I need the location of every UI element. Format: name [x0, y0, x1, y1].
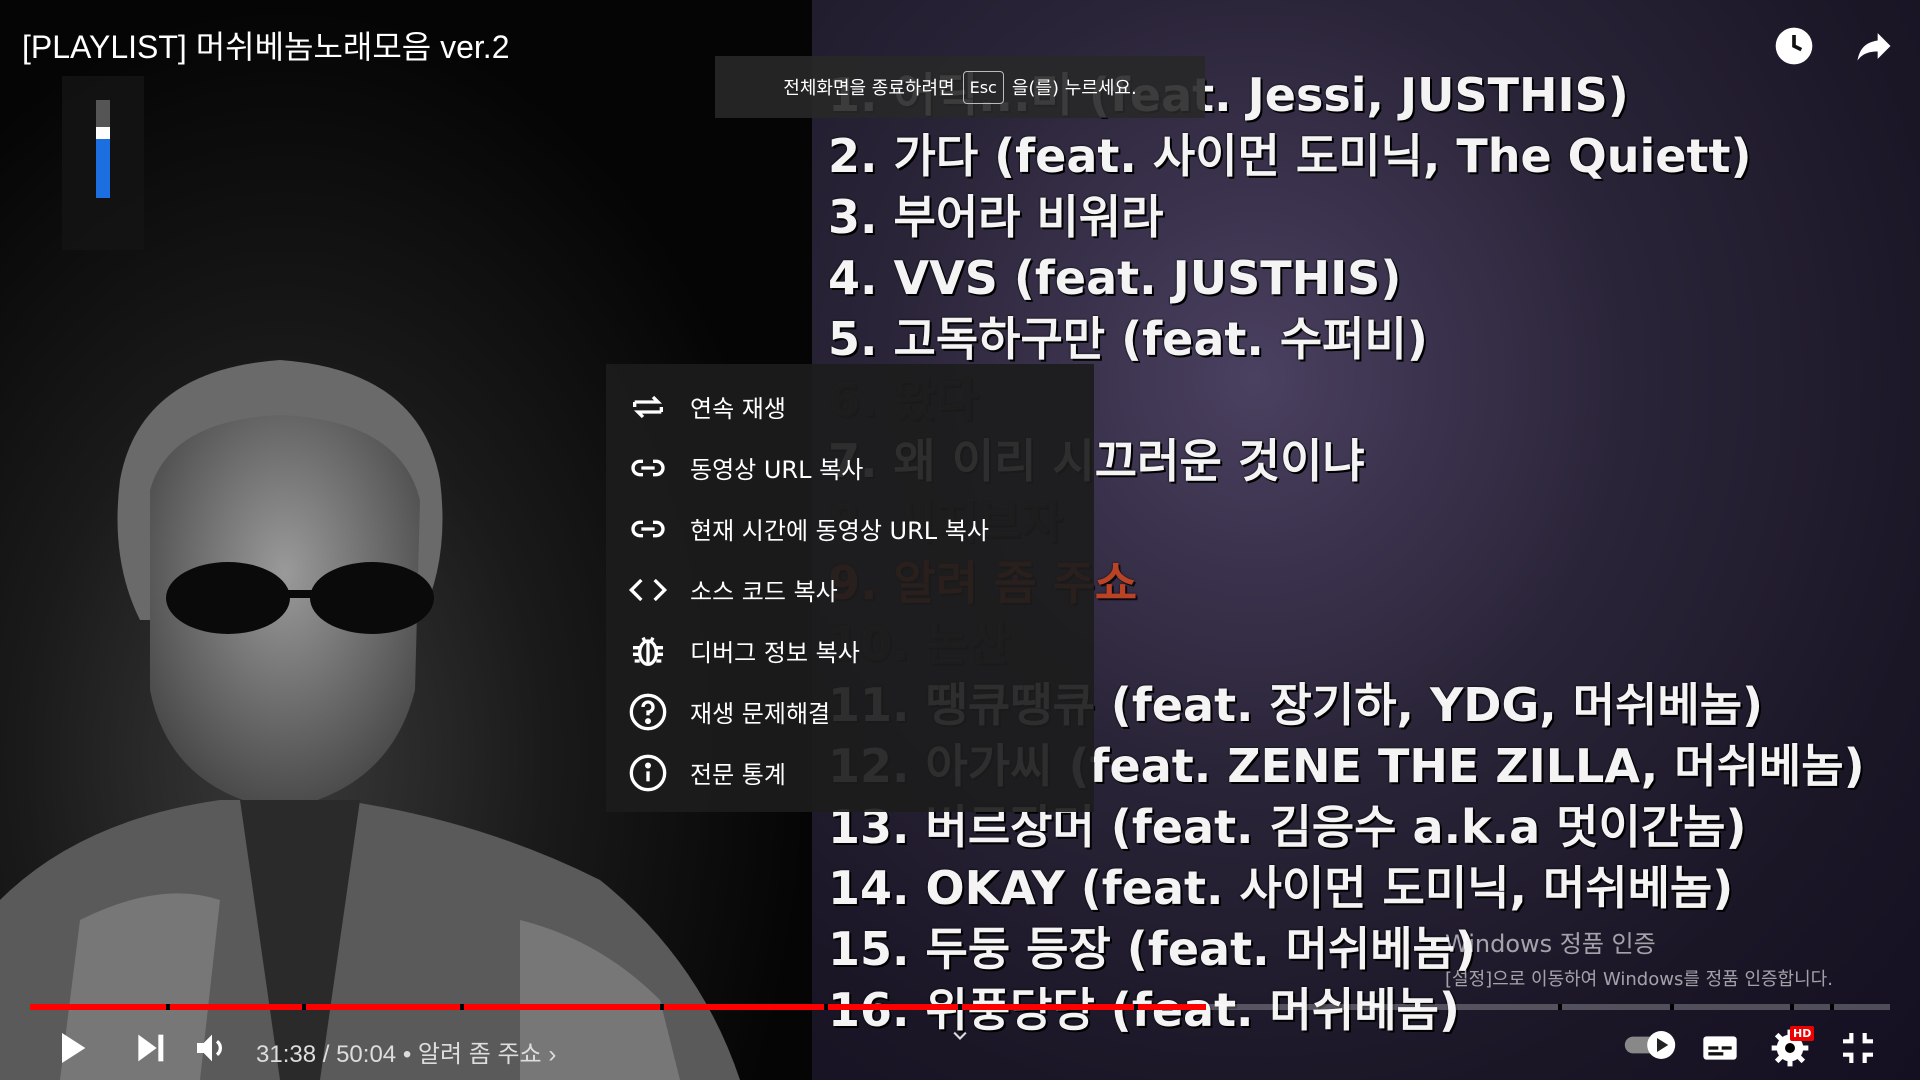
player-context-menu: 연속 재생 동영상 URL 복사 현재 시간에 동영상 URL 복사 소스 코드…: [606, 364, 1094, 812]
menu-item-troubleshoot[interactable]: 재생 문제해결: [606, 681, 1094, 742]
menu-item-label: 재생 문제해결: [690, 700, 831, 728]
volume-knob[interactable]: [96, 127, 110, 140]
exit-fullscreen-button[interactable]: [1838, 1028, 1878, 1072]
exit-fullscreen-icon: [1843, 1033, 1873, 1063]
menu-item-copy-url-at-time[interactable]: 현재 시간에 동영상 URL 복사: [606, 498, 1094, 559]
chapter-separator: •: [402, 1041, 418, 1068]
share-icon[interactable]: [1852, 24, 1896, 72]
hd-badge: HD: [1790, 1026, 1815, 1041]
watch-later-icon[interactable]: [1772, 24, 1816, 72]
seek-bar[interactable]: [30, 1004, 1890, 1010]
top-actions: [1772, 24, 1896, 72]
menu-item-label: 연속 재생: [690, 395, 786, 423]
toast-text-before: 전체화면을 종료하려면: [783, 78, 955, 99]
subtitles-icon: [1703, 1036, 1737, 1060]
player-controls: 31:38 / 50:04 • 알려 좀 주쇼 › HD: [0, 1020, 1920, 1072]
next-button[interactable]: [130, 1028, 170, 1072]
menu-item-loop[interactable]: 연속 재생: [606, 376, 1094, 437]
menu-item-copy-embed-code[interactable]: 소스 코드 복사: [606, 559, 1094, 620]
settings-button[interactable]: HD: [1770, 1026, 1815, 1072]
chapter-marker: [824, 1004, 828, 1010]
chapter-marker: [958, 1004, 962, 1010]
skip-next-icon: [138, 1034, 164, 1062]
chapter-marker: [660, 1004, 664, 1010]
video-title: [PLAYLIST] 머쉬베놈노래모음 ver.2: [22, 29, 510, 65]
menu-item-stats-for-nerds[interactable]: 전문 통계: [606, 742, 1094, 803]
total-time: 50:04: [336, 1041, 397, 1068]
track-list-item: 5. 고독하구만 (feat. 수퍼비): [828, 312, 1428, 366]
menu-item-copy-url[interactable]: 동영상 URL 복사: [606, 437, 1094, 498]
volume-level-fill: [96, 139, 110, 198]
volume-icon: [197, 1034, 222, 1062]
chapter-marker: [1670, 1004, 1674, 1010]
chapter-marker: [302, 1004, 306, 1010]
info-circle-icon: [629, 754, 667, 791]
esc-key-badge: Esc: [962, 70, 1004, 104]
autoplay-toggle-icon: [1624, 1031, 1676, 1059]
watermark-title: Windows 정품 인증: [1445, 930, 1656, 958]
subtitles-button[interactable]: [1700, 1028, 1740, 1072]
watermark-subtitle: [설정]으로 이동하여 Windows를 정품 인증합니다.: [1445, 969, 1833, 990]
track-list-item: 14. OKAY (feat. 사이먼 도미닉, 머쉬베놈): [828, 861, 1734, 915]
chapter-marker: [1830, 1004, 1834, 1010]
volume-slider[interactable]: [96, 100, 110, 198]
windows-activation-watermark: Windows 정품 인증 [설정]으로 이동하여 Windows를 정품 인증…: [1445, 924, 1833, 991]
chapter-marker: [1790, 1004, 1794, 1010]
chevron-right-icon[interactable]: ›: [548, 1041, 556, 1068]
menu-item-label: 전문 통계: [690, 761, 786, 789]
seek-bar-played: [30, 1004, 1206, 1010]
mute-button[interactable]: [192, 1028, 232, 1072]
code-icon: [628, 578, 668, 601]
chapter-marker: [1558, 1004, 1562, 1010]
volume-slider-panel[interactable]: [62, 76, 144, 250]
chapter-marker: [1134, 1004, 1138, 1010]
play-button[interactable]: [52, 1028, 92, 1072]
current-time: 31:38: [256, 1041, 317, 1068]
loop-icon: [633, 395, 663, 418]
track-list-item: 4. VVS (feat. JUSTHIS): [828, 251, 1402, 305]
track-list-item: 3. 부어라 비워라: [828, 190, 1164, 244]
menu-item-label: 소스 코드 복사: [690, 578, 838, 606]
fullscreen-exit-toast: 전체화면을 종료하려면 Esc 을(를) 누르세요.: [715, 56, 1205, 118]
help-circle-icon: [629, 693, 667, 730]
menu-item-label: 동영상 URL 복사: [690, 456, 864, 484]
autoplay-toggle[interactable]: [1622, 1028, 1678, 1066]
toast-text-after: 을(를) 누르세요.: [1011, 78, 1137, 99]
link-icon: [631, 520, 665, 537]
menu-item-label: 디버그 정보 복사: [690, 639, 860, 667]
chapter-title[interactable]: 알려 좀 주쇼: [418, 1041, 542, 1068]
time-display: 31:38 / 50:04 • 알려 좀 주쇼 ›: [256, 1034, 556, 1069]
track-list-item: 2. 가다 (feat. 사이먼 도미닉, The Quiett): [828, 129, 1752, 183]
play-icon: [62, 1033, 86, 1063]
chapter-marker: [166, 1004, 170, 1010]
menu-item-label: 현재 시간에 동영상 URL 복사: [690, 517, 989, 545]
bug-icon: [633, 636, 663, 666]
menu-item-copy-debug-info[interactable]: 디버그 정보 복사: [606, 620, 1094, 681]
link-icon: [631, 459, 665, 476]
time-separator: /: [322, 1041, 337, 1068]
chapter-marker: [460, 1004, 464, 1010]
